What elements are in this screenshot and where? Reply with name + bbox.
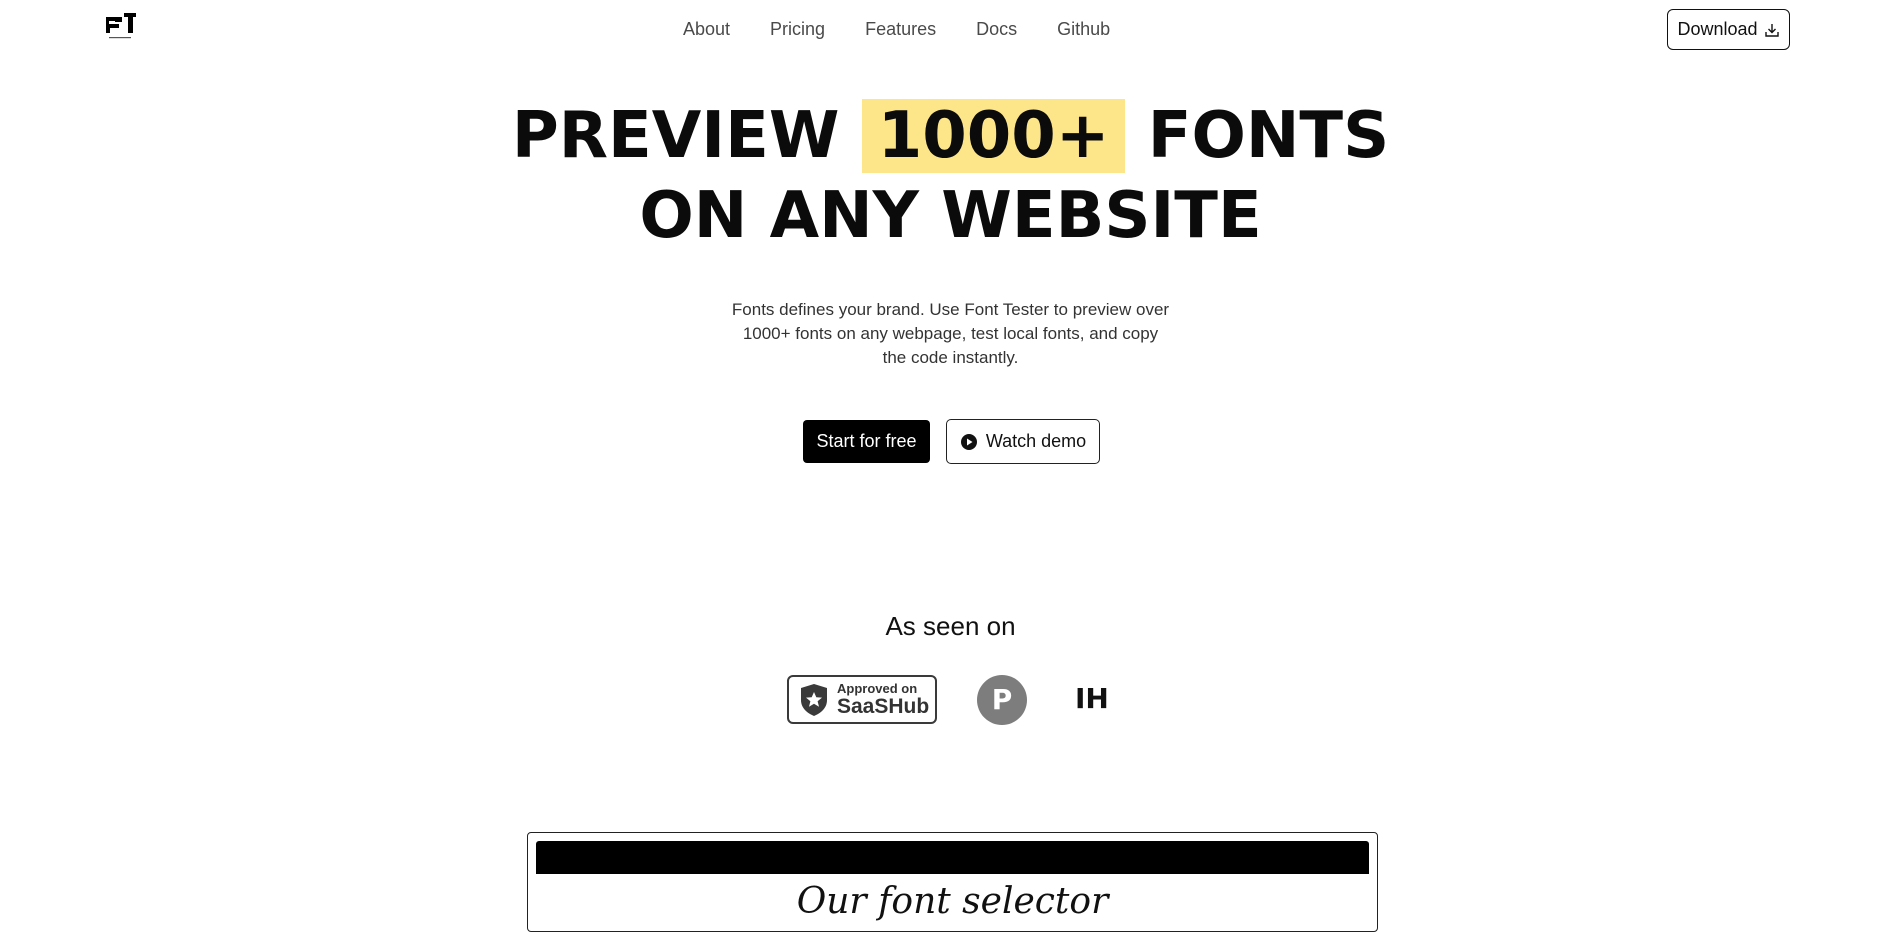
- saashub-line1: Approved on: [837, 680, 918, 696]
- nav-github[interactable]: Github: [1057, 19, 1110, 40]
- download-icon: [1764, 23, 1779, 37]
- preview-window-titlebar: [536, 841, 1369, 874]
- producthunt-logo[interactable]: P: [977, 675, 1027, 725]
- font-preview-window: Our font selector: [527, 832, 1378, 932]
- svg-text:P: P: [992, 683, 1013, 716]
- indiehackers-logo[interactable]: IH: [1075, 682, 1109, 715]
- download-button[interactable]: Download: [1667, 9, 1790, 50]
- nav-docs[interactable]: Docs: [976, 19, 1017, 40]
- as-seen-on-heading: As seen on: [885, 611, 1016, 641]
- hero-title-highlight: 1000+: [861, 99, 1126, 173]
- play-circle-icon: [960, 433, 977, 450]
- nav-pricing[interactable]: Pricing: [770, 19, 825, 40]
- saashub-line2: SaaSHub: [837, 694, 930, 718]
- saashub-badge[interactable]: Approved on SaaSHub: [787, 675, 937, 724]
- hero-subtitle: Fonts defines your brand. Use Font Teste…: [731, 300, 1170, 367]
- producthunt-icon: P: [992, 683, 1013, 716]
- top-nav: About Pricing Features Docs Github: [683, 19, 1110, 40]
- hero-title-word-fonts: FONTS: [1147, 99, 1390, 173]
- download-label: Download: [1677, 19, 1758, 39]
- saashub-text: Approved on SaaSHub: [837, 680, 930, 718]
- hero-title-word-preview: PREVIEW: [511, 99, 840, 173]
- watch-demo-button[interactable]: Watch demo: [946, 419, 1100, 464]
- nav-features[interactable]: Features: [865, 19, 936, 40]
- watch-demo-label: Watch demo: [985, 431, 1087, 451]
- hero-title-line2: ON ANY WEBSITE: [639, 179, 1262, 253]
- start-for-free-button[interactable]: Start for free: [803, 420, 930, 463]
- start-for-free-label: Start for free: [816, 431, 917, 451]
- preview-sample-text: Our font selector: [796, 881, 1109, 922]
- font-tester-logo[interactable]: [106, 10, 136, 44]
- shield-star-icon: [801, 683, 827, 716]
- hero-title: PREVIEW 1000+ FONTS ON ANY WEBSITE: [0, 96, 1901, 256]
- nav-about[interactable]: About: [683, 19, 730, 40]
